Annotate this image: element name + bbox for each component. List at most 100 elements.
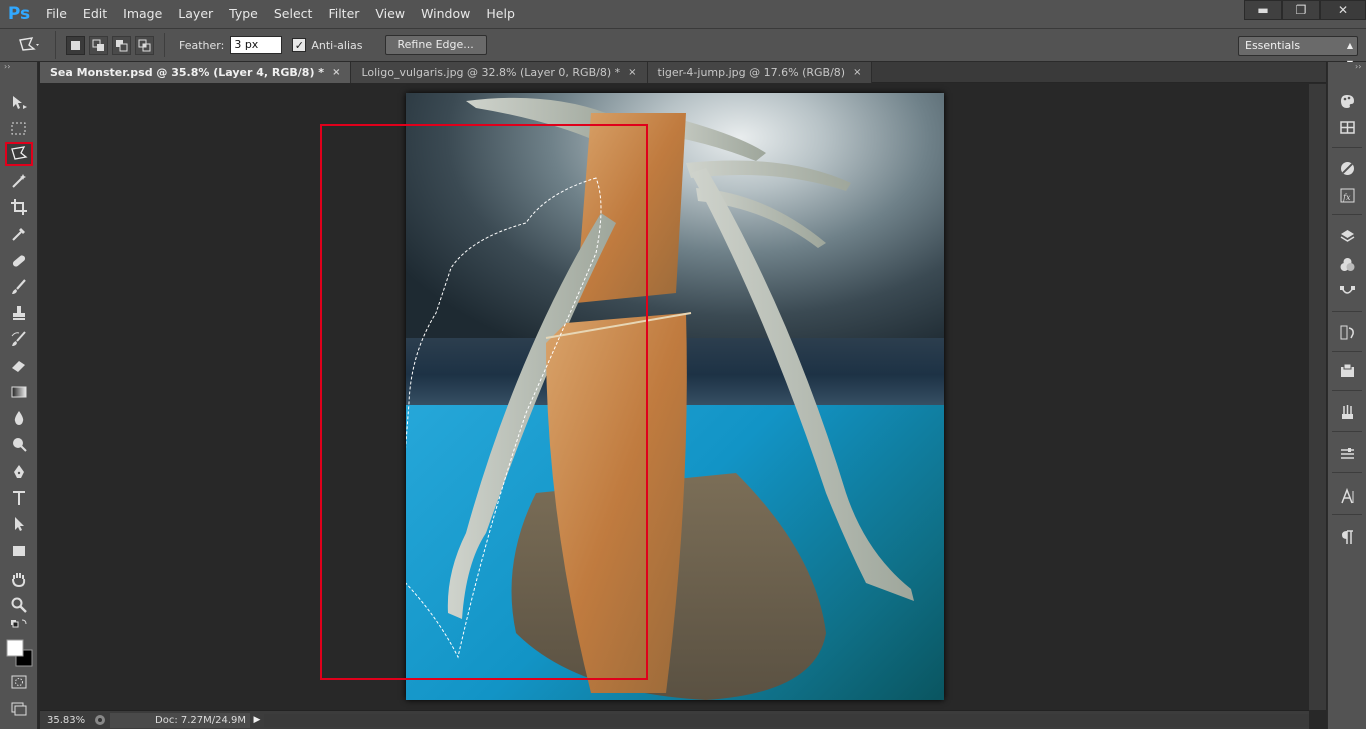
grid-icon <box>1339 120 1355 134</box>
channels-panel-button[interactable] <box>1335 253 1359 275</box>
dock-divider <box>1332 147 1362 148</box>
menu-window[interactable]: Window <box>413 0 478 28</box>
subtract-from-selection-button[interactable] <box>112 35 131 55</box>
layers-panel-button[interactable] <box>1335 225 1359 247</box>
selection-mode-group <box>56 33 165 57</box>
horizontal-scrollbar[interactable] <box>264 713 1309 727</box>
status-menu-arrow[interactable]: ▶ <box>250 713 264 728</box>
eyedropper-tool[interactable] <box>5 222 33 246</box>
minimize-button[interactable]: ▬ <box>1244 0 1282 20</box>
dodge-tool[interactable] <box>5 432 33 456</box>
canvas-area[interactable] <box>40 84 1309 710</box>
eraser-tool[interactable] <box>5 353 33 377</box>
new-selection-button[interactable] <box>66 35 85 55</box>
pen-tool[interactable] <box>5 460 33 484</box>
menu-image[interactable]: Image <box>115 0 170 28</box>
vertical-scrollbar[interactable] <box>1309 84 1326 710</box>
swatches-panel-button[interactable] <box>1335 116 1359 138</box>
layers-icon <box>1340 229 1354 242</box>
workspace-value: Essentials <box>1245 39 1301 52</box>
menu-filter[interactable]: Filter <box>320 0 367 28</box>
menu-layer[interactable]: Layer <box>170 0 221 28</box>
crop-tool[interactable] <box>5 195 33 219</box>
workspace-select[interactable]: Essentials ▲▼ <box>1238 36 1358 68</box>
zoom-level[interactable]: 35.83% <box>40 715 90 726</box>
history-panel-button[interactable] <box>1335 321 1359 343</box>
close-button[interactable]: ✕ <box>1320 0 1366 20</box>
eyedropper-icon <box>12 228 25 241</box>
gradient-tool[interactable] <box>5 380 33 404</box>
move-tool[interactable] <box>5 91 33 115</box>
dock-divider <box>1332 351 1362 352</box>
collapse-dock-button[interactable]: ›› <box>1328 62 1366 72</box>
history-icon <box>1340 325 1354 339</box>
properties-icon <box>1340 363 1354 377</box>
tab-tiger-jump[interactable]: tiger-4-jump.jpg @ 17.6% (RGB/8) × <box>647 62 873 83</box>
menu-edit[interactable]: Edit <box>75 0 115 28</box>
paths-panel-button[interactable] <box>1335 281 1359 303</box>
gradient-icon <box>11 386 27 398</box>
character-panel-button[interactable] <box>1335 485 1359 507</box>
tab-label: tiger-4-jump.jpg @ 17.6% (RGB/8) <box>657 66 846 79</box>
droplet-icon <box>14 411 24 425</box>
screen-mode-button[interactable] <box>5 696 33 720</box>
close-tab-icon[interactable]: × <box>628 62 636 83</box>
add-to-selection-button[interactable] <box>89 35 108 55</box>
brush-presets-panel-button[interactable] <box>1335 401 1359 423</box>
default-colors-button[interactable] <box>5 617 33 633</box>
document-size-info: Doc: 7.27M/24.9M <box>110 712 250 728</box>
refine-edge-button[interactable]: Refine Edge... <box>384 35 487 55</box>
healing-brush-tool[interactable] <box>5 249 33 273</box>
menu-help[interactable]: Help <box>478 0 523 28</box>
tab-label: Loligo_vulgaris.jpg @ 32.8% (Layer 0, RG… <box>361 66 621 79</box>
menu-file[interactable]: File <box>38 0 75 28</box>
intersect-selection-icon <box>138 39 151 51</box>
brush-tool[interactable] <box>5 275 33 299</box>
intersect-selection-button[interactable] <box>135 35 154 55</box>
properties-panel-button[interactable] <box>1335 360 1359 382</box>
tool-presets-panel-button[interactable] <box>1335 442 1359 464</box>
adjustments-panel-button[interactable] <box>1335 157 1359 179</box>
dock-divider <box>1332 514 1362 515</box>
zoom-tool[interactable] <box>5 593 33 617</box>
color-panel-button[interactable] <box>1335 90 1359 112</box>
blur-tool[interactable] <box>5 406 33 430</box>
path-selection-tool[interactable] <box>5 512 33 536</box>
pen-icon <box>14 465 24 478</box>
status-bar: 35.83% Doc: 7.27M/24.9M ▶ <box>40 710 1309 729</box>
marquee-tool[interactable] <box>5 117 33 141</box>
swap-colors-icon <box>11 619 27 628</box>
close-tab-icon[interactable]: × <box>853 62 861 83</box>
feather-input[interactable]: 3 px <box>230 36 283 54</box>
rectangle-tool[interactable] <box>5 539 33 563</box>
polygonal-lasso-icon <box>11 146 28 160</box>
panel-dock: ›› fx <box>1327 62 1366 729</box>
menu-select[interactable]: Select <box>266 0 321 28</box>
polygonal-lasso-tool[interactable] <box>5 142 33 166</box>
eraser-icon <box>12 361 25 372</box>
color-swatches[interactable] <box>5 635 33 669</box>
type-tool[interactable] <box>5 486 33 510</box>
tab-loligo-vulgaris[interactable]: Loligo_vulgaris.jpg @ 32.8% (Layer 0, RG… <box>351 62 648 83</box>
menu-view[interactable]: View <box>367 0 413 28</box>
hand-tool[interactable] <box>5 567 33 591</box>
magic-wand-tool[interactable] <box>5 169 33 193</box>
tab-sea-monster[interactable]: Sea Monster.psd @ 35.8% (Layer 4, RGB/8)… <box>40 62 352 83</box>
options-bar: Feather: 3 px ✓ Anti-alias Refine Edge..… <box>0 28 1366 68</box>
clone-stamp-tool[interactable] <box>5 301 33 325</box>
tool-preset-picker[interactable] <box>0 31 56 59</box>
menu-type[interactable]: Type <box>221 0 266 28</box>
antialias-checkbox[interactable]: ✓ <box>292 38 307 52</box>
close-tab-icon[interactable]: × <box>332 62 340 83</box>
quick-mask-button[interactable] <box>5 670 33 694</box>
collapse-toolbar-button[interactable]: ›› <box>0 62 37 72</box>
restore-button[interactable]: ❐ <box>1282 0 1320 20</box>
paragraph-panel-button[interactable] <box>1335 526 1359 548</box>
status-info-icon[interactable] <box>90 714 110 727</box>
tab-label: Sea Monster.psd @ 35.8% (Layer 4, RGB/8)… <box>50 66 325 79</box>
history-brush-tool[interactable] <box>5 327 33 351</box>
styles-panel-button[interactable]: fx <box>1335 184 1359 206</box>
dock-divider <box>1332 214 1362 215</box>
dock-divider <box>1332 311 1362 312</box>
move-icon <box>13 96 27 109</box>
